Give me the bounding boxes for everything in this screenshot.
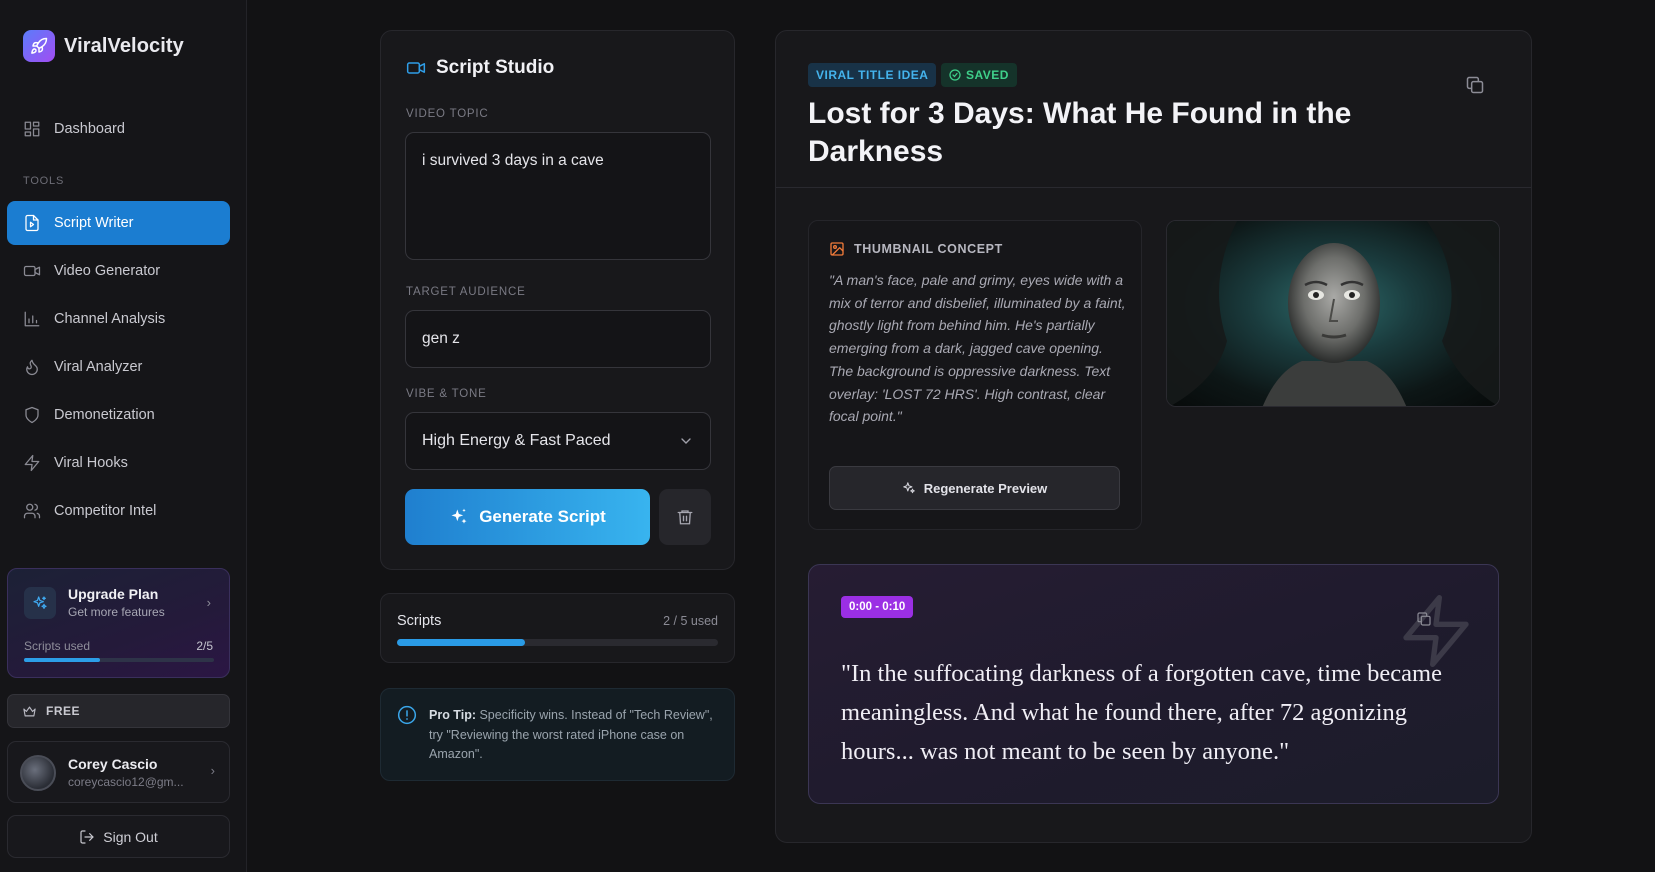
trash-icon bbox=[677, 510, 693, 525]
users-icon bbox=[23, 503, 41, 519]
sidebar-item-channel-analysis[interactable]: Channel Analysis bbox=[7, 297, 230, 341]
sidebar-item-viral-analyzer[interactable]: Viral Analyzer bbox=[7, 345, 230, 389]
upgrade-subtitle: Get more features bbox=[68, 605, 165, 619]
sidebar-item-label: Video Generator bbox=[54, 263, 161, 279]
sign-out-button[interactable]: Sign Out bbox=[7, 815, 230, 858]
user-email: coreycascio12@gm... bbox=[68, 775, 184, 789]
pro-tip-prefix: Pro Tip: bbox=[429, 708, 476, 722]
script-segment-card: 0:00 - 0:10 "In the suffocating darkness… bbox=[808, 564, 1499, 804]
chevron-right-icon: › bbox=[206, 595, 211, 610]
video-topic-input[interactable]: i survived 3 days in a cave bbox=[405, 132, 711, 260]
usage-count: 2 / 5 used bbox=[663, 614, 718, 628]
thumbnail-description: "A man's face, pale and grimy, eyes wide… bbox=[829, 272, 1126, 425]
sidebar-item-label: Dashboard bbox=[54, 121, 125, 137]
target-audience-label: TARGET AUDIENCE bbox=[406, 286, 526, 298]
scripts-used-label: Scripts used bbox=[24, 639, 91, 653]
check-circle-icon bbox=[949, 69, 961, 81]
dashboard-icon bbox=[24, 121, 40, 137]
viral-title: Lost for 3 Days: What He Found in the Da… bbox=[808, 97, 1352, 168]
flame-icon bbox=[26, 359, 38, 376]
clear-button[interactable] bbox=[659, 489, 711, 545]
rocket-icon bbox=[23, 30, 55, 62]
upgrade-plan-card[interactable]: Upgrade Plan Get more features › Scripts… bbox=[7, 568, 230, 678]
sign-out-icon bbox=[80, 829, 94, 844]
tools-section-label: TOOLS bbox=[23, 175, 65, 187]
segment-script-text: "In the suffocating darkness of a forgot… bbox=[841, 660, 1442, 765]
saved-badge-label: SAVED bbox=[966, 68, 1009, 82]
studio-title: Script Studio bbox=[436, 57, 555, 78]
sparkles-icon bbox=[24, 587, 56, 619]
studio-heading: Script Studio bbox=[406, 57, 554, 79]
thumbnail-concept-label: THUMBNAIL CONCEPT bbox=[854, 242, 1003, 256]
brand[interactable]: ViralVelocity bbox=[23, 30, 184, 62]
info-icon bbox=[397, 705, 417, 725]
video-camera-icon bbox=[23, 265, 41, 277]
copy-icon[interactable] bbox=[1416, 611, 1432, 627]
sidebar-item-label: Channel Analysis bbox=[54, 311, 166, 327]
scripts-used-count: 2/5 bbox=[196, 639, 213, 653]
crown-icon bbox=[23, 706, 36, 716]
file-script-icon bbox=[25, 214, 39, 232]
vibe-tone-label: VIBE & TONE bbox=[406, 388, 487, 400]
regenerate-preview-button[interactable]: Regenerate Preview bbox=[829, 466, 1120, 510]
sidebar-item-competitor-intel[interactable]: Competitor Intel bbox=[7, 489, 230, 533]
sparkles-icon bbox=[451, 508, 467, 524]
scripts-usage-card: Scripts 2 / 5 used bbox=[380, 593, 735, 663]
saved-badge: SAVED bbox=[941, 63, 1017, 87]
upgrade-title: Upgrade Plan bbox=[68, 586, 159, 602]
target-audience-input[interactable]: gen z bbox=[405, 310, 711, 368]
video-camera-icon bbox=[406, 62, 426, 74]
progress-fill bbox=[397, 639, 526, 646]
sidebar: ViralVelocity Dashboard TOOLS Script Wri… bbox=[0, 0, 247, 872]
sidebar-item-video-generator[interactable]: Video Generator bbox=[7, 249, 230, 293]
usage-progress bbox=[397, 639, 718, 646]
sidebar-item-label: Viral Hooks bbox=[54, 455, 128, 471]
lightning-icon bbox=[24, 454, 40, 472]
pro-tip-card: Pro Tip: Specificity wins. Instead of "T… bbox=[380, 688, 735, 781]
progress-fill bbox=[24, 658, 100, 662]
generate-script-button[interactable]: Generate Script bbox=[405, 489, 650, 545]
app-name: ViralVelocity bbox=[64, 34, 184, 57]
copy-icon[interactable] bbox=[1465, 75, 1485, 95]
segment-time-badge: 0:00 - 0:10 bbox=[841, 596, 914, 618]
thumbnail-preview-image bbox=[1166, 220, 1500, 407]
video-topic-value: i survived 3 days in a cave bbox=[422, 152, 604, 169]
bar-chart-icon bbox=[24, 311, 40, 327]
sparkles-icon bbox=[902, 482, 915, 494]
sign-out-label: Sign Out bbox=[103, 828, 158, 845]
sidebar-item-label: Demonetization bbox=[54, 407, 155, 423]
sidebar-item-demonetization[interactable]: Demonetization bbox=[7, 393, 230, 437]
chevron-right-icon: › bbox=[210, 763, 215, 778]
chevron-down-icon bbox=[681, 438, 691, 444]
vibe-tone-value: High Energy & Fast Paced bbox=[422, 432, 611, 449]
sidebar-item-label: Script Writer bbox=[54, 215, 134, 231]
vibe-tone-select[interactable]: High Energy & Fast Paced bbox=[405, 412, 711, 470]
video-topic-label: VIDEO TOPIC bbox=[406, 108, 489, 120]
user-name: Corey Cascio bbox=[68, 756, 158, 772]
sidebar-item-label: Competitor Intel bbox=[54, 503, 157, 519]
plan-badge: FREE bbox=[7, 694, 230, 728]
image-icon bbox=[830, 242, 844, 256]
result-panel: VIRAL TITLE IDEA SAVED Lost for 3 Days: … bbox=[775, 30, 1532, 843]
thumbnail-concept-card: THUMBNAIL CONCEPT "A man's face, pale an… bbox=[808, 220, 1142, 530]
scripts-used-progress bbox=[24, 658, 214, 662]
pro-tip-text: Pro Tip: Specificity wins. Instead of "T… bbox=[429, 706, 719, 765]
sidebar-item-dashboard[interactable]: Dashboard bbox=[7, 107, 230, 151]
divider bbox=[776, 187, 1531, 188]
thumbnail-concept-heading: THUMBNAIL CONCEPT bbox=[829, 241, 1003, 257]
sidebar-item-script-writer[interactable]: Script Writer bbox=[7, 201, 230, 245]
plan-name: FREE bbox=[46, 704, 81, 718]
shield-icon bbox=[25, 406, 39, 424]
target-audience-value: gen z bbox=[422, 330, 460, 347]
generate-script-label: Generate Script bbox=[479, 507, 606, 526]
regenerate-preview-label: Regenerate Preview bbox=[923, 480, 1048, 496]
viral-title-tag: VIRAL TITLE IDEA bbox=[808, 63, 937, 87]
script-studio-panel: Script Studio VIDEO TOPIC i survived 3 d… bbox=[380, 30, 735, 570]
usage-label: Scripts bbox=[397, 613, 442, 629]
viral-title-tag-label: VIRAL TITLE IDEA bbox=[816, 68, 929, 82]
avatar bbox=[20, 755, 56, 791]
sidebar-item-viral-hooks[interactable]: Viral Hooks bbox=[7, 441, 230, 485]
sidebar-item-label: Viral Analyzer bbox=[54, 359, 143, 375]
user-profile[interactable]: Corey Cascio coreycascio12@gm... › bbox=[7, 741, 230, 803]
